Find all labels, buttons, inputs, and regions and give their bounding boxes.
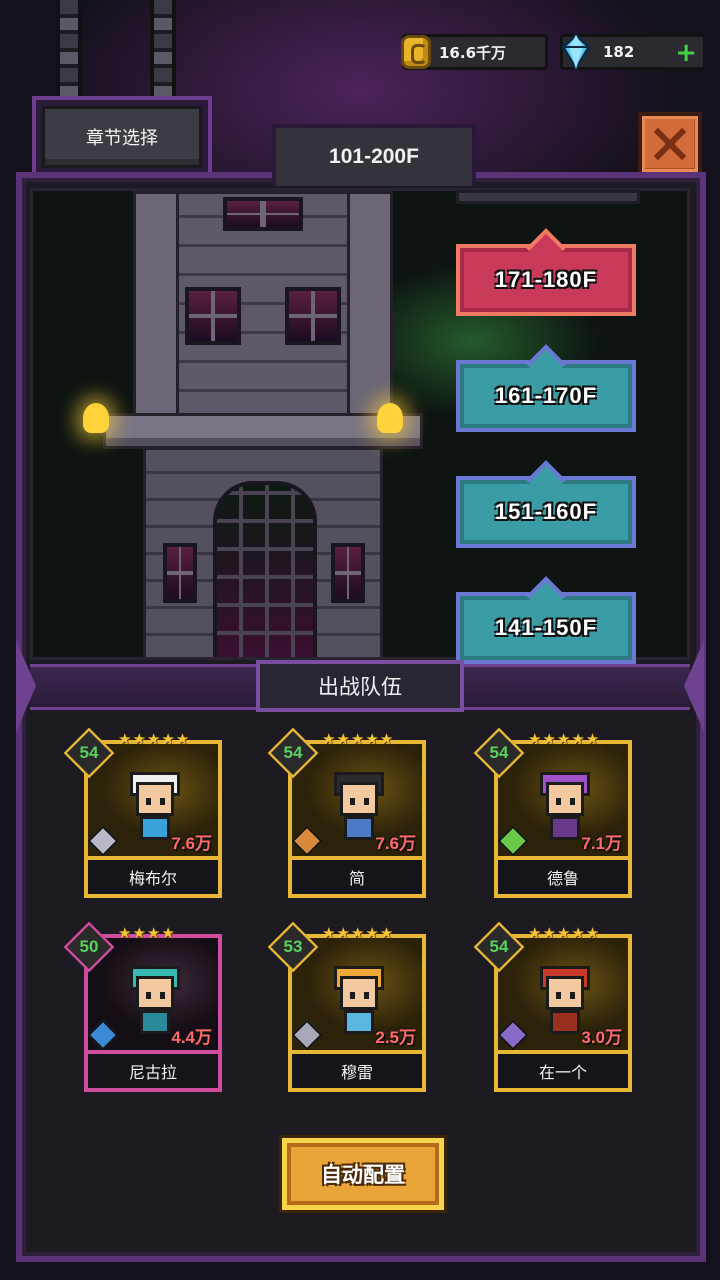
hero-level: 54: [489, 937, 509, 956]
tower-window: [223, 197, 303, 231]
hero-role-icon: [88, 825, 119, 856]
tower-illustration: [103, 191, 423, 657]
hero-role-icon: [292, 825, 323, 856]
hero-card[interactable]: 7.6万梅布尔 54 ★★★★★: [63, 727, 222, 904]
hero-name: 简: [288, 860, 426, 898]
chain-decoration: [150, 0, 176, 105]
hero-body: [550, 816, 580, 840]
hero-level: 53: [283, 937, 303, 956]
hero-body: [550, 1010, 580, 1034]
hero-star-rating: ★★★★★: [118, 730, 191, 748]
floor-label: 161-170F: [494, 383, 598, 408]
tower-ledge: [103, 413, 423, 449]
tower-window: [331, 543, 365, 603]
diamond-icon: [561, 33, 591, 71]
hero-face: [136, 976, 174, 1010]
hero-card[interactable]: 4.4万尼古拉 50 ★★★★: [63, 921, 222, 1098]
arrow-left-icon: [16, 640, 36, 732]
hero-face: [546, 782, 584, 816]
gem-counter: 182 +: [560, 33, 706, 71]
hero-name: 穆雷: [288, 1054, 426, 1092]
hero-card[interactable]: 7.6万简 54 ★★★★★: [267, 727, 426, 904]
add-gems-button[interactable]: +: [675, 39, 697, 67]
hero-power: 2.5万: [375, 1028, 416, 1047]
hero-level: 54: [283, 743, 303, 762]
hero-power: 3.0万: [581, 1028, 622, 1047]
hero-power: 7.6万: [375, 834, 416, 853]
chapter-select-label: 章节选择: [42, 106, 202, 168]
hero-eye: [556, 992, 561, 999]
hero-name: 德鲁: [494, 860, 632, 898]
team-title: 出战队伍: [256, 660, 464, 712]
hero-role-icon: [88, 1019, 119, 1050]
floor-button-171-180[interactable]: 171-180F: [456, 244, 636, 316]
hero-star-rating: ★★★★★: [322, 730, 395, 748]
hero-card[interactable]: 2.5万穆雷 53 ★★★★★: [267, 921, 426, 1098]
hero-body: [344, 816, 374, 840]
floor-label: 171-180F: [494, 267, 598, 292]
hero-eye: [364, 992, 369, 999]
hero-name: 尼古拉: [84, 1054, 222, 1092]
gold-coin-icon: [401, 35, 431, 69]
hero-eye: [350, 992, 355, 999]
hero-body: [344, 1010, 374, 1034]
gold-counter: 16.6千万: [401, 34, 548, 70]
tower-pillar: [347, 191, 393, 421]
hero-power: 7.6万: [171, 834, 212, 853]
hero-eye: [146, 992, 151, 999]
close-button[interactable]: [638, 112, 702, 176]
gold-value: 16.6千万: [439, 43, 507, 62]
floor-range-tab[interactable]: 101-200F: [272, 124, 476, 186]
hero-level: 54: [489, 743, 509, 762]
hero-star-rating: ★★★★: [118, 924, 176, 942]
hero-power: 4.4万: [171, 1028, 212, 1047]
hero-star-rating: ★★★★★: [528, 730, 601, 748]
torch-icon: [83, 403, 109, 433]
hero-level: 50: [79, 937, 99, 956]
hero-role-icon: [498, 1019, 529, 1050]
hero-body: [140, 1010, 170, 1034]
floor-button-141-150[interactable]: 141-150F: [456, 592, 636, 664]
auto-assign-button[interactable]: 自动配置: [282, 1138, 444, 1210]
hero-face: [546, 976, 584, 1010]
hero-eye: [556, 798, 561, 805]
hero-card[interactable]: 7.1万德鲁 54 ★★★★★: [473, 727, 632, 904]
arrow-right-icon: [684, 640, 704, 732]
hero-star-rating: ★★★★★: [528, 924, 601, 942]
hero-body: [140, 816, 170, 840]
hero-eye: [146, 798, 151, 805]
tower-window: [285, 287, 341, 345]
hero-eye: [350, 798, 355, 805]
chapter-select-button[interactable]: 章节选择: [32, 96, 212, 178]
hero-star-rating: ★★★★★: [322, 924, 395, 942]
floor-button-161-170[interactable]: 161-170F: [456, 360, 636, 432]
hero-card[interactable]: 3.0万在一个 54 ★★★★★: [473, 921, 632, 1098]
tower-window: [185, 287, 241, 345]
hero-face: [340, 976, 378, 1010]
hero-eye: [570, 992, 575, 999]
floor-label: 151-160F: [494, 499, 598, 524]
hero-power: 7.1万: [581, 834, 622, 853]
floor-button-151-160[interactable]: 151-160F: [456, 476, 636, 548]
hero-face: [136, 782, 174, 816]
torch-icon: [377, 403, 403, 433]
hero-face: [340, 782, 378, 816]
hero-eye: [570, 798, 575, 805]
hero-level: 54: [79, 743, 99, 762]
hero-eye: [364, 798, 369, 805]
hero-name: 在一个: [494, 1054, 632, 1092]
gem-value: 182: [603, 43, 635, 61]
tower-window: [163, 543, 197, 603]
hero-name: 梅布尔: [84, 860, 222, 898]
chain-decoration: [56, 0, 82, 105]
hero-eye: [160, 992, 165, 999]
hero-eye: [160, 798, 165, 805]
floor-list-edge: [456, 190, 640, 204]
tower-pillar: [133, 191, 179, 421]
hero-role-icon: [498, 825, 529, 856]
floor-label: 141-150F: [494, 615, 598, 640]
hero-role-icon: [292, 1019, 323, 1050]
tower-gate: [213, 481, 317, 657]
